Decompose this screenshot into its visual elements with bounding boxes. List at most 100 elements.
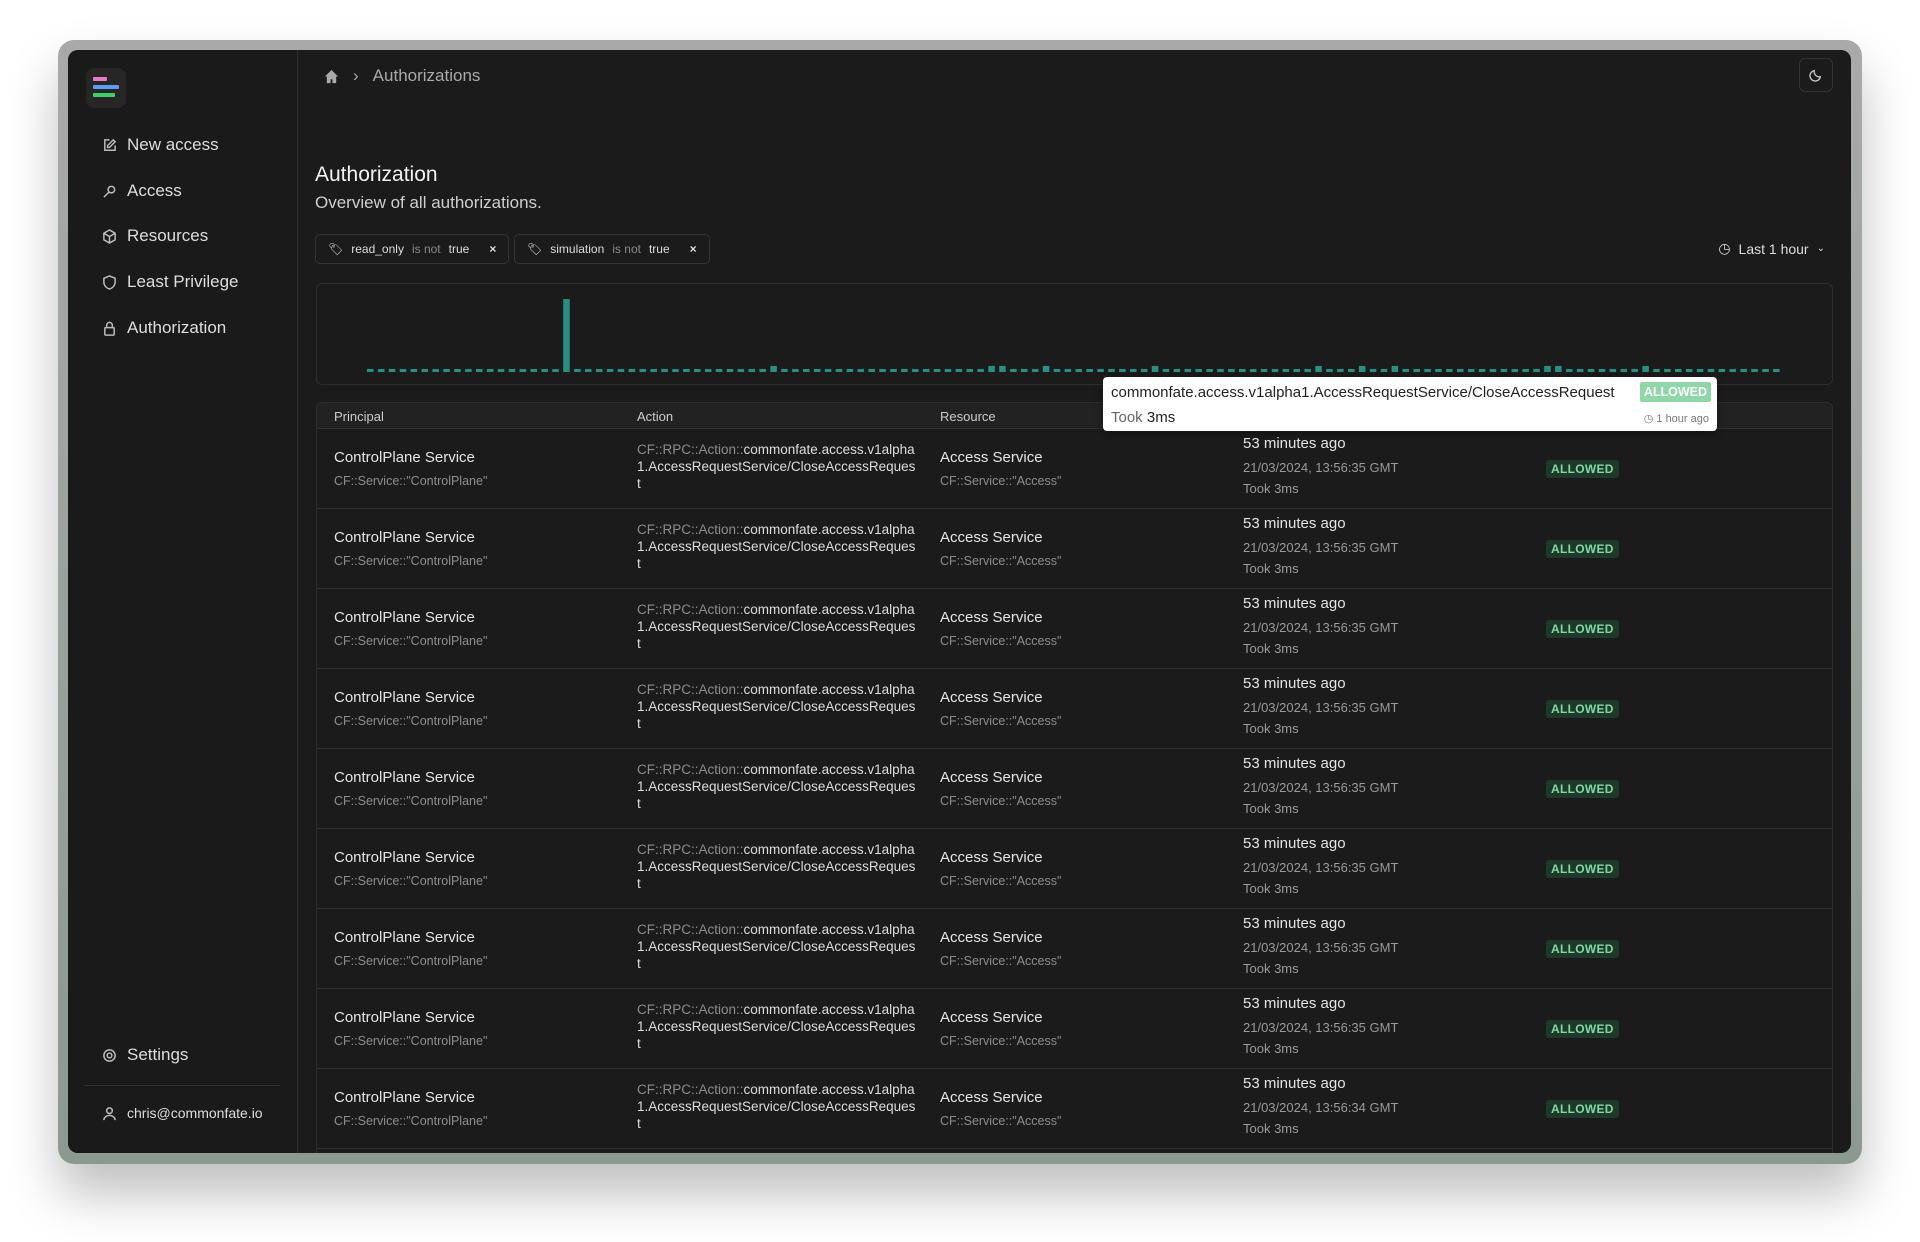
histogram-bar[interactable] [1151,365,1159,372]
table-row[interactable]: ControlPlane Service CF::Service::"Contr… [317,589,1832,669]
histogram-bar[interactable] [1282,368,1290,372]
histogram-bar[interactable] [1489,368,1497,372]
histogram-bar[interactable] [399,368,407,372]
histogram-bar[interactable] [432,368,439,372]
histogram-bar[interactable] [552,368,559,372]
sidebar-item-new-access[interactable]: New access [102,135,219,155]
histogram-bar[interactable] [683,368,690,372]
table-row[interactable]: ControlPlane Service CF::Service::"Contr… [317,1069,1832,1149]
table-row[interactable]: ControlPlane Service CF::Service::"Contr… [317,669,1832,749]
histogram-bar[interactable] [890,368,897,372]
histogram-bar[interactable] [1184,368,1192,372]
table-row[interactable]: ControlPlane Service CF::Service::"Contr… [317,909,1832,989]
histogram-bar[interactable] [1457,368,1464,372]
histogram-bar[interactable] [421,368,429,372]
histogram-bar[interactable] [770,365,777,372]
histogram-bar[interactable] [672,368,679,372]
histogram-bar[interactable] [694,368,701,372]
histogram-bar[interactable] [617,368,625,372]
time-range-select[interactable]: ◷ Last 1 hour ⌄ [1718,240,1825,257]
histogram-bar[interactable] [1413,368,1420,372]
histogram-bar[interactable] [1271,368,1279,372]
histogram-bar[interactable] [857,368,865,372]
sidebar-item-authorization[interactable]: Authorization [102,318,226,338]
remove-filter-button[interactable]: × [489,242,496,256]
histogram-bar[interactable] [759,368,766,372]
home-icon[interactable] [324,69,339,84]
histogram-bar[interactable] [1337,368,1344,372]
histogram-bar[interactable] [1435,368,1442,372]
histogram-bar[interactable] [1108,368,1115,372]
histogram-bar[interactable] [1620,368,1628,372]
histogram-bar[interactable] [824,368,832,372]
filter-chip-read-only[interactable]: 🏷 read_only is not true × [315,234,510,264]
histogram-bar[interactable] [1075,368,1083,372]
histogram-bar[interactable] [519,368,527,372]
histogram-bar[interactable] [1544,365,1551,372]
histogram-bar[interactable] [1042,365,1050,372]
histogram-bar[interactable] [465,368,472,372]
histogram-bar[interactable] [1228,368,1235,372]
histogram-bar[interactable] [1293,368,1301,372]
sidebar-item-least-privilege[interactable]: Least Privilege [102,272,239,292]
table-row[interactable]: ControlPlane Service CF::Service::"Contr… [317,429,1832,509]
histogram-bar[interactable] [1467,368,1475,372]
histogram-bar[interactable] [1609,368,1617,372]
histogram-bar[interactable] [1664,368,1671,372]
histogram-bar[interactable] [1195,368,1202,372]
histogram-bar[interactable] [1097,368,1104,372]
histogram-bar[interactable] [367,368,374,372]
histogram-bar[interactable] [966,368,974,372]
sidebar-item-resources[interactable]: Resources [102,226,208,246]
histogram-bar[interactable] [377,368,385,372]
theme-toggle-button[interactable] [1799,58,1833,92]
histogram-bar[interactable] [1598,368,1606,372]
histogram-bar[interactable] [1119,368,1126,372]
histogram-bar[interactable] [1064,368,1072,372]
histogram-bar[interactable] [1751,368,1758,372]
histogram-bar[interactable] [955,368,963,372]
histogram-bar[interactable] [933,368,941,372]
histogram-bar[interactable] [595,368,603,372]
histogram-bar[interactable] [846,368,854,372]
histogram-bar[interactable] [1696,368,1704,372]
histogram-bar[interactable] [497,368,505,372]
histogram-bar[interactable] [737,368,745,372]
histogram-bar[interactable] [1566,368,1573,372]
column-header-principal[interactable]: Principal [334,409,384,424]
histogram-bar[interactable] [1642,365,1649,372]
histogram-bar[interactable] [879,368,886,372]
table-row[interactable]: ControlPlane Service CF::Service::"Contr… [317,749,1832,829]
sidebar-item-access[interactable]: Access [102,181,182,201]
histogram-bar[interactable] [813,368,821,372]
histogram-bar[interactable] [1424,368,1431,372]
column-header-resource[interactable]: Resource [940,409,996,424]
histogram-bar[interactable] [530,368,538,372]
histogram-bar[interactable] [454,368,461,372]
histogram-bar[interactable] [748,368,756,372]
histogram-bar[interactable] [1130,368,1137,372]
histogram-bar[interactable] [1206,368,1213,372]
histogram-bar[interactable] [410,368,418,372]
histogram-bar[interactable] [1576,368,1584,372]
histogram-bar[interactable] [912,368,919,372]
histogram-bar[interactable] [1555,365,1562,372]
histogram-bar[interactable] [476,368,483,372]
table-row[interactable]: ControlPlane Service CF::Service::"Contr… [317,509,1832,589]
histogram-bar[interactable] [1587,368,1595,372]
histogram-bar[interactable] [1762,368,1769,372]
histogram-bar[interactable] [1249,368,1257,372]
histogram-bar[interactable] [1348,368,1355,372]
histogram-bar[interactable] [486,368,494,372]
histogram-bar[interactable] [1653,368,1660,372]
histogram-bar[interactable] [1391,365,1399,372]
remove-filter-button[interactable]: × [690,242,697,256]
histogram-bar[interactable] [443,368,450,372]
table-row[interactable]: ControlPlane Service CF::Service::"Contr… [317,829,1832,909]
histogram-bar[interactable] [792,368,799,372]
filter-chip-simulation[interactable]: 🏷 simulation is not true × [514,234,710,264]
sidebar-item-settings[interactable]: Settings [102,1045,188,1065]
histogram-bar[interactable] [639,368,647,372]
histogram-bar[interactable] [922,368,930,372]
histogram-bar[interactable] [388,368,396,372]
